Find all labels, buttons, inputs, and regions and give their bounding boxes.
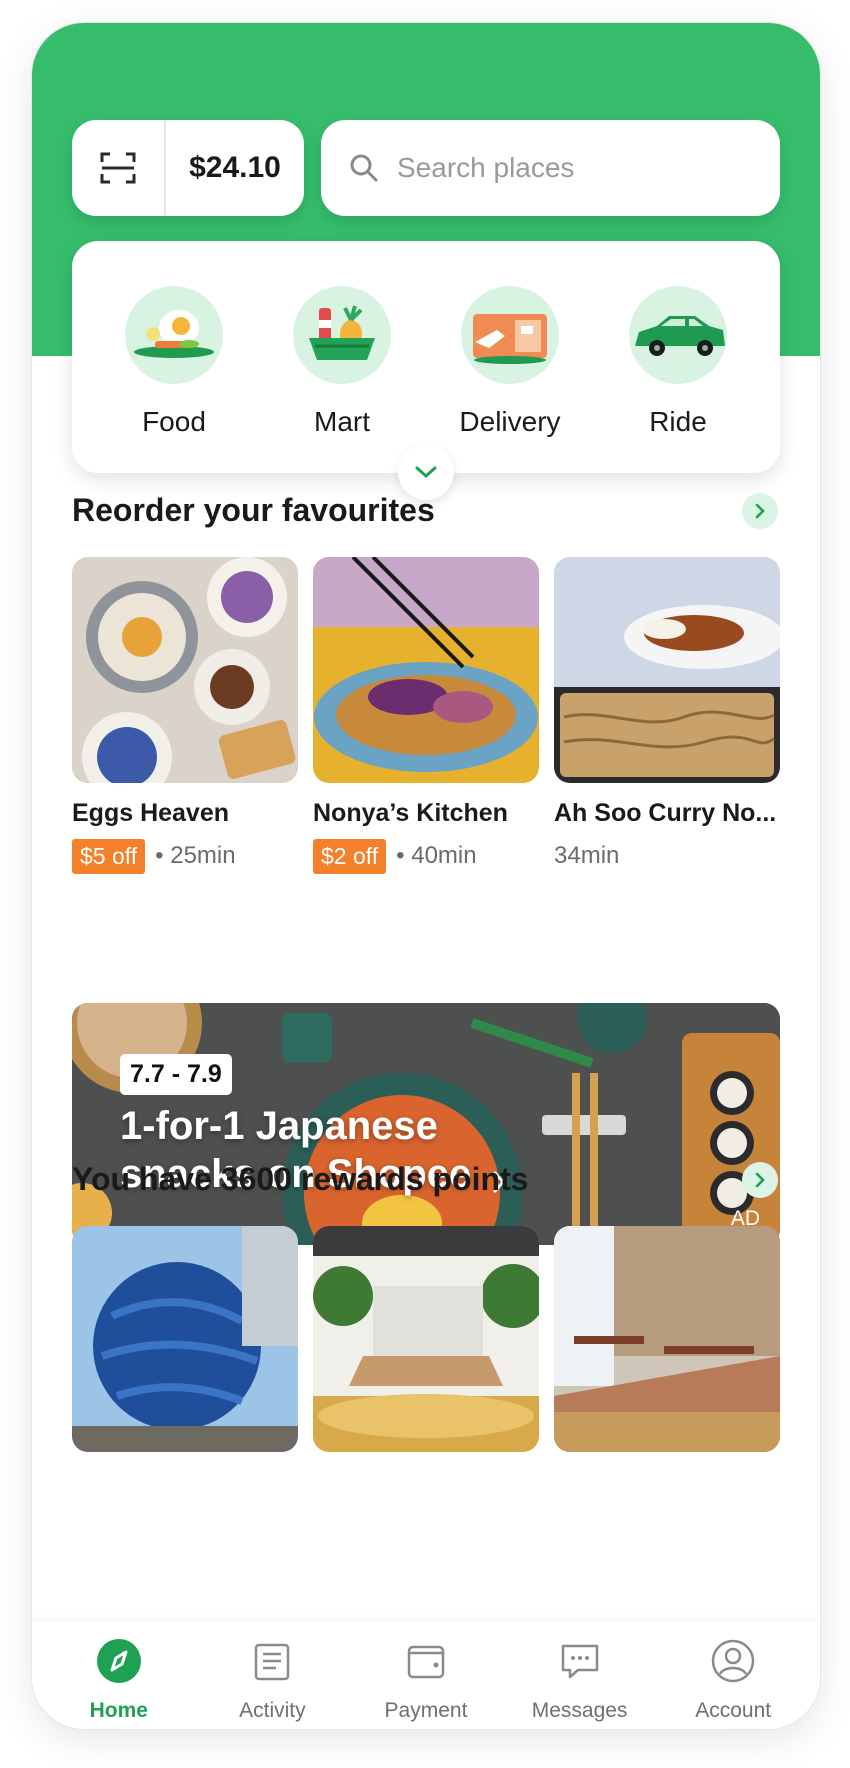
promo-banner[interactable]: 7.7 - 7.9 1-for-1 Japanese snacks on Sho… (72, 1003, 780, 1245)
car-icon (629, 286, 727, 384)
banner-date-badge: 7.7 - 7.9 (120, 1054, 232, 1095)
nav-label: Account (695, 1699, 772, 1722)
service-label: Food (142, 406, 206, 437)
restaurant-card[interactable]: Ah Soo Curry No... 34min (554, 557, 780, 874)
services-panel: Food Mart Delivery Ride (72, 241, 780, 473)
search-icon (350, 154, 378, 182)
search-placeholder[interactable]: Search places (397, 152, 574, 184)
service-ride[interactable]: Ride (603, 241, 753, 473)
rewards-see-all-button[interactable] (742, 1162, 778, 1198)
service-delivery[interactable]: Delivery (435, 241, 585, 473)
reward-card[interactable] (72, 1226, 298, 1452)
dot-separator: • (396, 842, 412, 869)
restaurant-card[interactable]: Nonya’s Kitchen $2 off • 40min (313, 557, 539, 874)
account-icon (707, 1635, 759, 1687)
restaurant-photo (313, 557, 539, 783)
chevron-down-icon (415, 466, 437, 479)
nav-label: Home (89, 1699, 148, 1722)
service-mart[interactable]: Mart (267, 241, 417, 473)
service-label: Ride (649, 406, 707, 437)
service-label: Delivery (459, 406, 561, 437)
reward-photo (72, 1226, 298, 1452)
chevron-right-icon (755, 503, 765, 519)
delivery-time: 25min (170, 842, 236, 869)
nav-label: Payment (384, 1699, 468, 1722)
restaurant-name: Eggs Heaven (72, 799, 230, 827)
chat-icon (554, 1635, 606, 1687)
rewards-title: You have 3600 rewards points (72, 1161, 529, 1197)
reward-card[interactable] (313, 1226, 539, 1452)
mart-icon (293, 286, 391, 384)
dot-separator: • (155, 842, 171, 869)
scan-button[interactable] (72, 120, 166, 216)
app-screen: $24.10 Search places Food Mart Delivery … (32, 23, 820, 1729)
nav-label: Activity (239, 1699, 306, 1722)
nav-payment[interactable]: Payment (356, 1621, 496, 1729)
delivery-icon (461, 286, 559, 384)
scan-icon (100, 152, 136, 184)
wallet-balance[interactable]: $24.10 (166, 151, 304, 185)
bottom-navigation: Home Activity Payment Messages Account (32, 1621, 820, 1729)
reward-photo (313, 1226, 539, 1452)
nav-account[interactable]: Account (663, 1621, 803, 1729)
nav-activity[interactable]: Activity (202, 1621, 342, 1729)
promo-badge: $2 off (313, 838, 387, 874)
nav-label: Messages (531, 1699, 628, 1722)
service-food[interactable]: Food (99, 241, 249, 473)
activity-icon (246, 1635, 298, 1687)
food-icon (125, 286, 223, 384)
nav-home[interactable]: Home (49, 1621, 189, 1729)
chevron-right-icon (755, 1172, 765, 1188)
service-label: Mart (314, 406, 370, 437)
search-bar[interactable]: Search places (321, 120, 780, 216)
restaurant-meta: 34min (554, 838, 780, 874)
nav-messages[interactable]: Messages (510, 1621, 650, 1729)
delivery-time: 40min (411, 842, 477, 869)
reorder-see-all-button[interactable] (742, 493, 778, 529)
compass-icon (93, 1635, 145, 1687)
restaurant-name: Ah Soo Curry No... (554, 799, 777, 827)
promo-badge: $5 off (72, 838, 146, 874)
reorder-title: Reorder your favourites (72, 492, 435, 528)
restaurant-photo (554, 557, 780, 783)
banner-title-line: 1-for-1 Japanese (120, 1104, 438, 1148)
restaurant-meta: $2 off • 40min (313, 838, 539, 874)
reward-photo (554, 1226, 780, 1452)
restaurant-name: Nonya’s Kitchen (313, 799, 508, 827)
reorder-list: Eggs Heaven $5 off • 25min Nonya’s Kitch… (72, 557, 780, 874)
restaurant-meta: $5 off • 25min (72, 838, 298, 874)
wallet-widget[interactable]: $24.10 (72, 120, 304, 216)
rewards-list (72, 1226, 780, 1452)
wallet-icon (400, 1635, 452, 1687)
reward-card[interactable] (554, 1226, 780, 1452)
restaurant-photo (72, 557, 298, 783)
restaurant-card[interactable]: Eggs Heaven $5 off • 25min (72, 557, 298, 874)
delivery-time: 34min (554, 842, 620, 869)
